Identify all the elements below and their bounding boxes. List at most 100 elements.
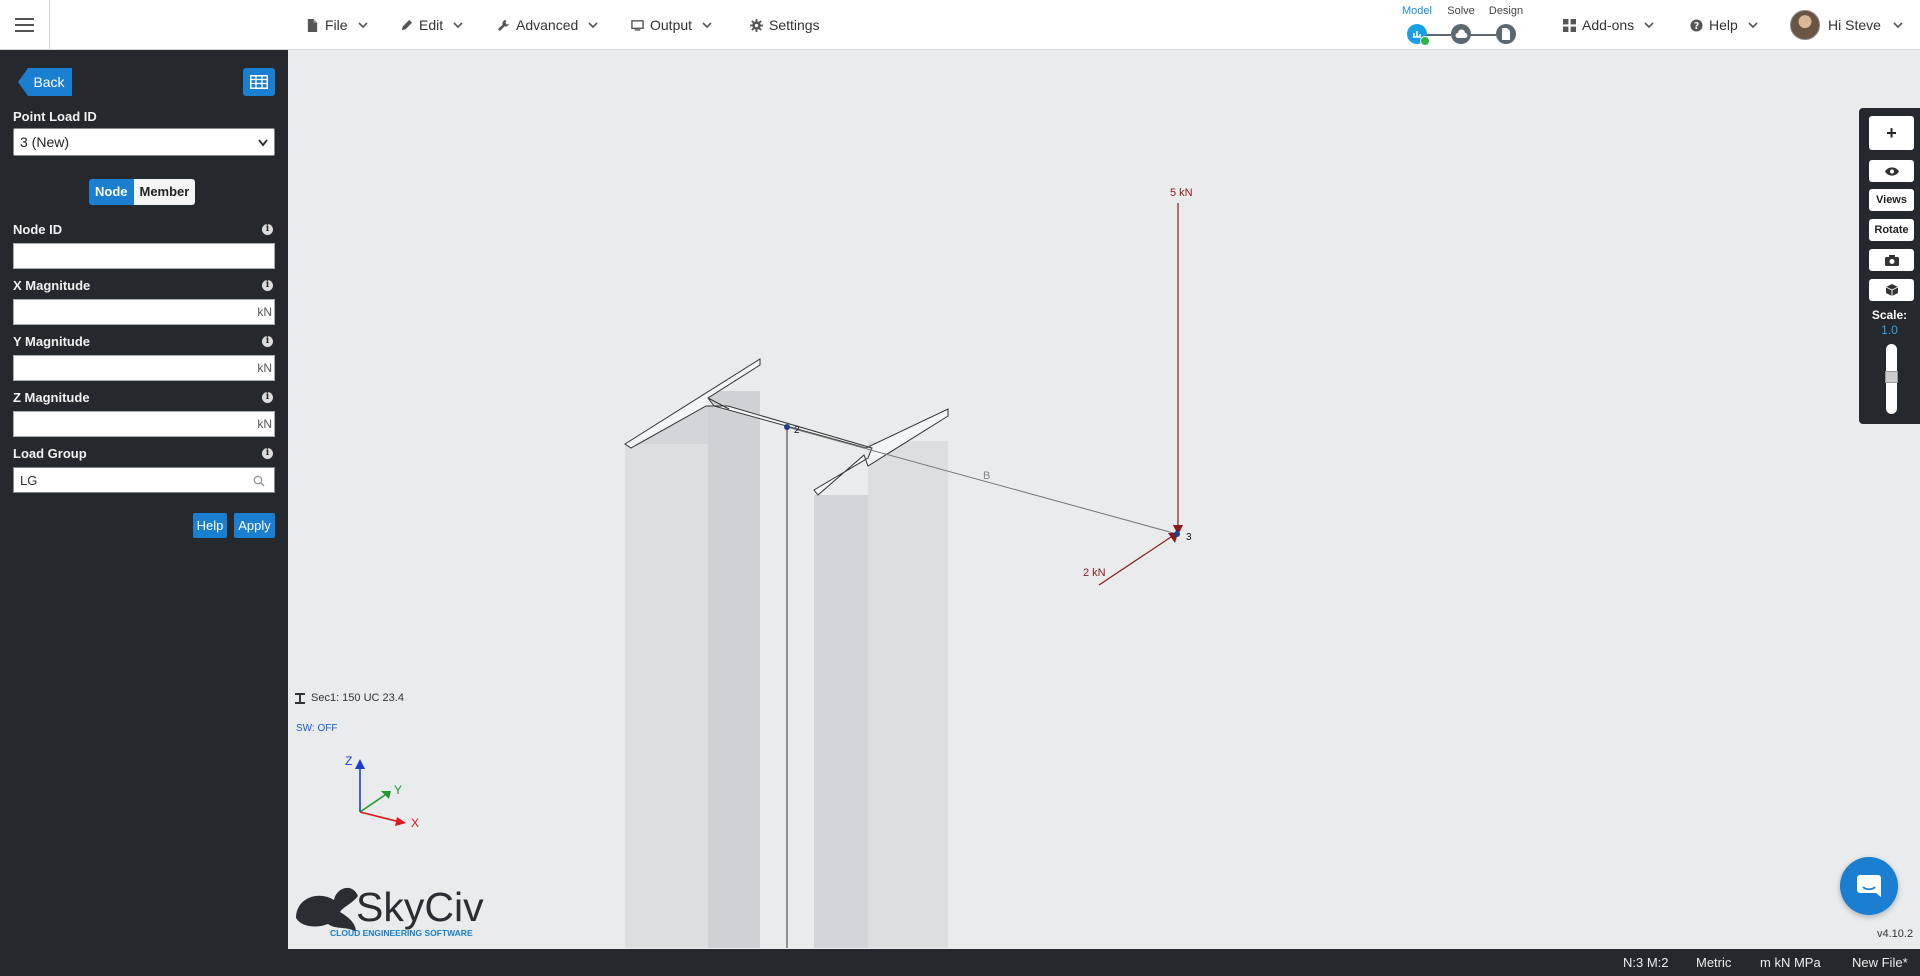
arrowhead-icon bbox=[355, 759, 365, 769]
load-group-label: Load Group bbox=[13, 446, 87, 461]
chevron-down-icon bbox=[702, 22, 712, 29]
model-counts[interactable]: N:3 M:2 bbox=[1623, 949, 1669, 976]
toggle-member[interactable]: Member bbox=[133, 179, 196, 205]
logo-mark-icon bbox=[296, 887, 358, 932]
node-2[interactable] bbox=[784, 424, 790, 430]
self-weight-status[interactable]: SW: OFF bbox=[296, 723, 337, 734]
node-member-toggle: Node Member bbox=[89, 179, 196, 205]
info-icon[interactable]: i bbox=[262, 336, 273, 347]
menu-help-label: Help bbox=[1709, 17, 1738, 33]
add-button[interactable]: + bbox=[1869, 116, 1914, 150]
3d-view-button[interactable] bbox=[1869, 279, 1914, 301]
scale-slider[interactable] bbox=[1885, 344, 1898, 414]
pencil-icon bbox=[401, 19, 413, 30]
menu-advanced[interactable]: Advanced bbox=[497, 0, 598, 50]
menu-output[interactable]: Output bbox=[631, 0, 712, 50]
unit-label: kN bbox=[257, 305, 272, 319]
scale-value: 1.0 bbox=[1881, 323, 1898, 337]
table-icon bbox=[250, 75, 268, 89]
chevron-down-icon bbox=[1893, 22, 1903, 29]
chevron-down-icon bbox=[357, 22, 368, 29]
menu-edit-label: Edit bbox=[419, 17, 444, 33]
grid-icon bbox=[1563, 18, 1576, 32]
table-view-button[interactable] bbox=[243, 68, 275, 96]
workflow-connector bbox=[1425, 34, 1451, 36]
chevron-down-icon bbox=[453, 22, 463, 29]
unit-system[interactable]: Metric bbox=[1696, 949, 1731, 976]
help-button[interactable]: Help bbox=[193, 513, 227, 538]
menu-file-label: File bbox=[325, 17, 348, 33]
toggle-node[interactable]: Node bbox=[89, 179, 134, 205]
gear-icon bbox=[750, 18, 763, 32]
chat-button[interactable] bbox=[1840, 857, 1898, 915]
x-axis bbox=[359, 811, 401, 823]
logo-text: SkyCiv bbox=[356, 884, 484, 930]
menu-addons[interactable]: Add-ons bbox=[1563, 0, 1654, 50]
units[interactable]: m kN MPa bbox=[1760, 949, 1821, 976]
menu-settings[interactable]: Settings bbox=[750, 0, 820, 50]
y-axis bbox=[359, 794, 386, 813]
top-bar: File Edit Advanced Output Settings Model… bbox=[0, 0, 1920, 50]
section-info-text: Sec1: 150 UC 23.4 bbox=[311, 692, 404, 704]
avatar bbox=[1790, 10, 1820, 40]
menu-file[interactable]: File bbox=[306, 0, 368, 50]
load-arrow-diagonal[interactable] bbox=[1098, 532, 1178, 586]
z-magnitude-input[interactable]: kN bbox=[13, 411, 275, 437]
apply-button[interactable]: Apply bbox=[234, 513, 275, 538]
workflow-connector bbox=[1470, 34, 1496, 36]
wrench-icon bbox=[497, 19, 510, 31]
monitor-icon bbox=[631, 19, 644, 31]
info-icon[interactable]: i bbox=[262, 224, 273, 235]
section-info[interactable]: Sec1: 150 UC 23.4 bbox=[295, 692, 404, 704]
info-icon[interactable]: i bbox=[262, 280, 273, 291]
structure-3d-view[interactable]: B 2 5 kN 2 kN 3 Z Y X SkyCiv CLOUD ENGIN… bbox=[288, 50, 1920, 949]
load-group-value: LG bbox=[20, 472, 38, 488]
load-group-input[interactable]: LG bbox=[13, 467, 275, 493]
screenshot-button[interactable] bbox=[1869, 249, 1914, 271]
z-magnitude-label: Z Magnitude bbox=[13, 390, 90, 405]
chat-icon bbox=[1857, 875, 1881, 897]
unit-label: kN bbox=[257, 361, 272, 375]
hamburger-menu-icon[interactable] bbox=[0, 0, 50, 50]
rotate-button[interactable]: Rotate bbox=[1869, 219, 1914, 241]
scale-slider-handle[interactable] bbox=[1885, 371, 1898, 383]
chevron-down-icon bbox=[1644, 22, 1654, 29]
check-icon bbox=[1420, 36, 1430, 46]
column-flange-face bbox=[708, 391, 760, 948]
logo-tagline: CLOUD ENGINEERING SOFTWARE bbox=[330, 928, 473, 938]
question-circle-icon: ? bbox=[1690, 18, 1703, 31]
workflow-model-step[interactable] bbox=[1407, 24, 1430, 46]
workflow-solve-label: Solve bbox=[1447, 5, 1475, 17]
node-id-label: Node ID bbox=[13, 222, 63, 237]
point-load-id-select[interactable]: 3 (New) bbox=[13, 128, 275, 156]
chevron-down-icon bbox=[258, 139, 268, 147]
workflow-design-label: Design bbox=[1488, 5, 1524, 17]
load-label: 2 kN bbox=[1083, 567, 1106, 579]
info-icon[interactable]: i bbox=[262, 448, 273, 459]
y-magnitude-label: Y Magnitude bbox=[13, 334, 91, 349]
x-magnitude-input[interactable]: kN bbox=[13, 299, 275, 325]
workflow-solve-step[interactable] bbox=[1451, 24, 1471, 44]
skyciv-logo: SkyCiv CLOUD ENGINEERING SOFTWARE bbox=[296, 884, 484, 938]
back-button[interactable]: Back bbox=[18, 68, 72, 96]
arrowhead-icon bbox=[381, 791, 391, 799]
workflow-design-step[interactable] bbox=[1496, 24, 1516, 44]
workflow-model-label: Model bbox=[1402, 5, 1432, 17]
node-3[interactable] bbox=[1174, 531, 1180, 537]
visibility-button[interactable] bbox=[1869, 160, 1914, 182]
file-name[interactable]: New File* bbox=[1852, 949, 1908, 976]
column-flange-face bbox=[868, 441, 948, 948]
y-magnitude-input[interactable]: kN bbox=[13, 355, 275, 381]
status-bar: N:3 M:2 Metric m kN MPa New File* bbox=[0, 949, 1920, 976]
node-id-input[interactable] bbox=[13, 243, 275, 269]
chevron-down-icon bbox=[1748, 22, 1758, 29]
node-label: 3 bbox=[1186, 532, 1192, 543]
model-viewport[interactable]: B 2 5 kN 2 kN 3 Z Y X SkyCiv CLOUD ENGIN… bbox=[288, 50, 1920, 949]
eye-icon bbox=[1884, 166, 1899, 176]
views-button[interactable]: Views bbox=[1869, 189, 1914, 211]
info-icon[interactable]: i bbox=[262, 392, 273, 403]
menu-edit[interactable]: Edit bbox=[400, 0, 463, 50]
cube-icon bbox=[1885, 284, 1898, 296]
menu-help[interactable]: ? Help bbox=[1690, 0, 1758, 50]
user-menu[interactable]: Hi Steve bbox=[1790, 0, 1903, 50]
